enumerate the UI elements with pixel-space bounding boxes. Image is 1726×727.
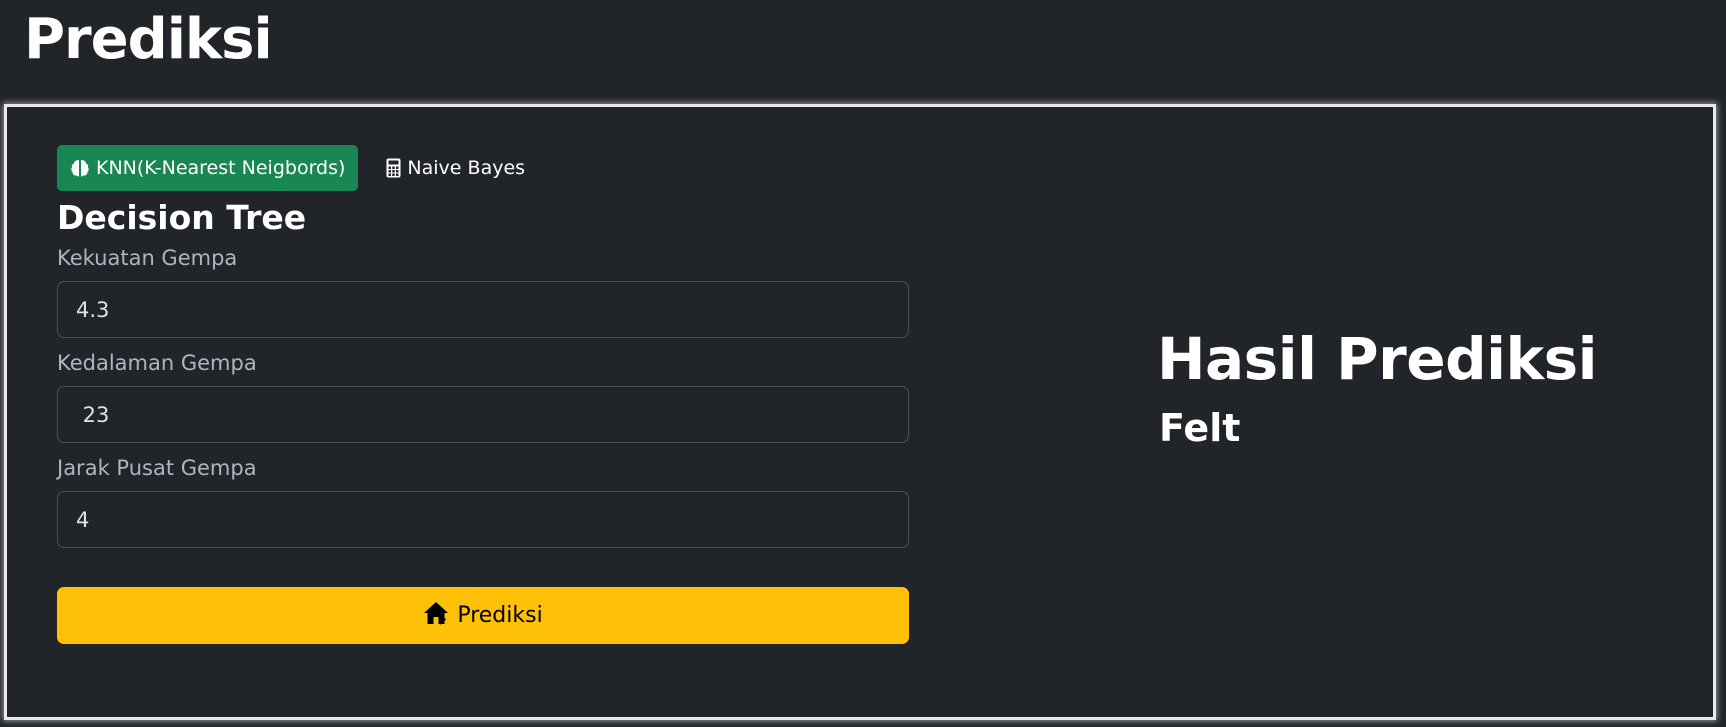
tab-knn-label: KNN(K-Nearest Neigbords) bbox=[96, 157, 346, 179]
tab-naive-bayes-label: Naive Bayes bbox=[407, 157, 526, 179]
prediction-card: KNN(K-Nearest Neigbords) Naive Bayes Dec… bbox=[4, 104, 1716, 720]
calculator-icon bbox=[386, 158, 401, 178]
brain-icon bbox=[70, 158, 90, 178]
jarak-pusat-gempa-input[interactable] bbox=[57, 491, 909, 548]
kedalaman-gempa-label: Kedalaman Gempa bbox=[57, 351, 257, 375]
page-title: Prediksi bbox=[24, 7, 273, 72]
tab-knn[interactable]: KNN(K-Nearest Neigbords) bbox=[57, 145, 359, 191]
kedalaman-gempa-input[interactable] bbox=[57, 386, 909, 443]
kekuatan-gempa-input[interactable] bbox=[57, 281, 909, 338]
result-title: Hasil Prediksi bbox=[1157, 325, 1597, 393]
tab-naive-bayes[interactable]: Naive Bayes bbox=[376, 145, 538, 191]
house-icon bbox=[423, 601, 449, 631]
prediksi-button-label: Prediksi bbox=[457, 603, 543, 628]
result-value: Felt bbox=[1159, 406, 1241, 450]
model-tabs: KNN(K-Nearest Neigbords) Naive Bayes bbox=[57, 145, 538, 191]
jarak-pusat-gempa-label: Jarak Pusat Gempa bbox=[57, 456, 257, 480]
prediksi-button[interactable]: Prediksi bbox=[57, 587, 909, 644]
section-title: Decision Tree bbox=[57, 198, 307, 237]
kekuatan-gempa-label: Kekuatan Gempa bbox=[57, 246, 238, 270]
